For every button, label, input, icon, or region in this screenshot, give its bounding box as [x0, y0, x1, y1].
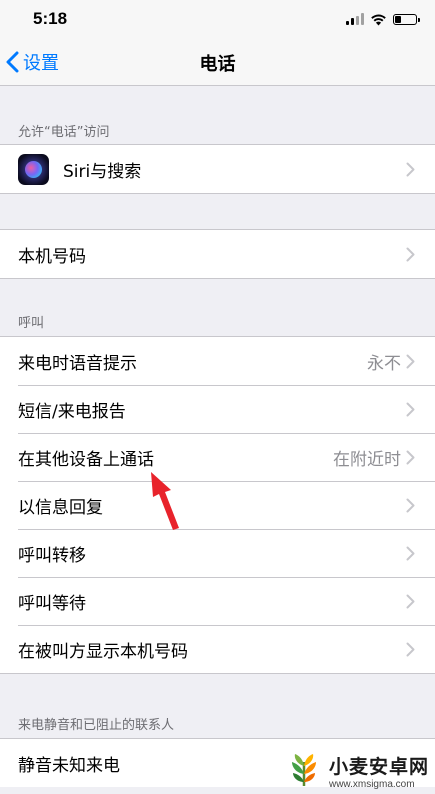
- section-header-silence: 来电静音和已阻止的联系人: [18, 718, 175, 733]
- row-label: 静音未知来电: [18, 755, 120, 776]
- row-label: 在被叫方显示本机号码: [18, 641, 188, 662]
- group-my-number: 本机号码: [0, 229, 435, 279]
- row-value: 永不: [367, 353, 401, 374]
- row-show-my-caller-id[interactable]: 在被叫方显示本机号码: [0, 625, 435, 673]
- status-icons: [346, 11, 420, 27]
- battery-level: [395, 15, 401, 23]
- row-label: 呼叫等待: [18, 593, 86, 614]
- status-time: 5:18: [33, 9, 68, 28]
- row-label: Siri与搜索: [63, 161, 142, 182]
- chevron-right-icon: [406, 546, 415, 561]
- watermark-logo-icon: [291, 754, 316, 787]
- row-label: 在其他设备上通话: [18, 449, 154, 470]
- chevron-right-icon: [406, 498, 415, 513]
- group-access: Siri与搜索: [0, 144, 435, 194]
- chevron-right-icon: [406, 162, 415, 177]
- group-calls: 来电时语音提示 永不 短信/来电报告 在其他设备上通话 在附近时 以信息回复 呼…: [0, 336, 435, 674]
- row-siri-search[interactable]: Siri与搜索: [0, 145, 435, 193]
- row-respond-with-text[interactable]: 以信息回复: [0, 481, 435, 529]
- row-my-number[interactable]: 本机号码: [0, 230, 435, 278]
- page-title: 电话: [199, 54, 236, 75]
- section-header-calls: 呼叫: [18, 316, 45, 331]
- row-label: 来电时语音提示: [18, 353, 137, 374]
- battery-icon: [393, 13, 420, 25]
- row-sms-call-reporting[interactable]: 短信/来电报告: [0, 385, 435, 433]
- row-label: 以信息回复: [18, 497, 103, 518]
- watermark-text: 小麦安卓网 www.xmsigma.com: [329, 752, 429, 790]
- watermark: 小麦安卓网 www.xmsigma.com: [285, 752, 429, 790]
- watermark-url: www.xmsigma.com: [328, 779, 415, 790]
- cellular-signal-icon: [346, 13, 364, 25]
- siri-icon: [18, 153, 49, 185]
- row-call-waiting[interactable]: 呼叫等待: [0, 577, 435, 625]
- chevron-right-icon: [406, 642, 415, 657]
- status-bar: 5:18: [0, 0, 435, 38]
- chevron-right-icon: [406, 354, 415, 369]
- chevron-right-icon: [406, 402, 415, 417]
- wifi-icon: [371, 14, 386, 25]
- row-call-forwarding[interactable]: 呼叫转移: [0, 529, 435, 577]
- chevron-right-icon: [406, 594, 415, 609]
- red-arrow-annotation: [151, 472, 179, 530]
- chevron-right-icon: [406, 247, 415, 262]
- chevron-right-icon: [406, 450, 415, 465]
- row-value: 在附近时: [333, 449, 401, 470]
- row-label: 短信/来电报告: [18, 401, 126, 422]
- section-header-access: 允许“电话”访问: [18, 125, 110, 140]
- row-label: 本机号码: [18, 246, 86, 267]
- row-calls-on-other-devices[interactable]: 在其他设备上通话 在附近时: [0, 433, 435, 481]
- watermark-brand: 小麦安卓网: [328, 756, 429, 778]
- navigation-bar: 设置 电话: [0, 38, 435, 86]
- row-label: 呼叫转移: [18, 545, 86, 566]
- row-announce-calls[interactable]: 来电时语音提示 永不: [0, 337, 435, 385]
